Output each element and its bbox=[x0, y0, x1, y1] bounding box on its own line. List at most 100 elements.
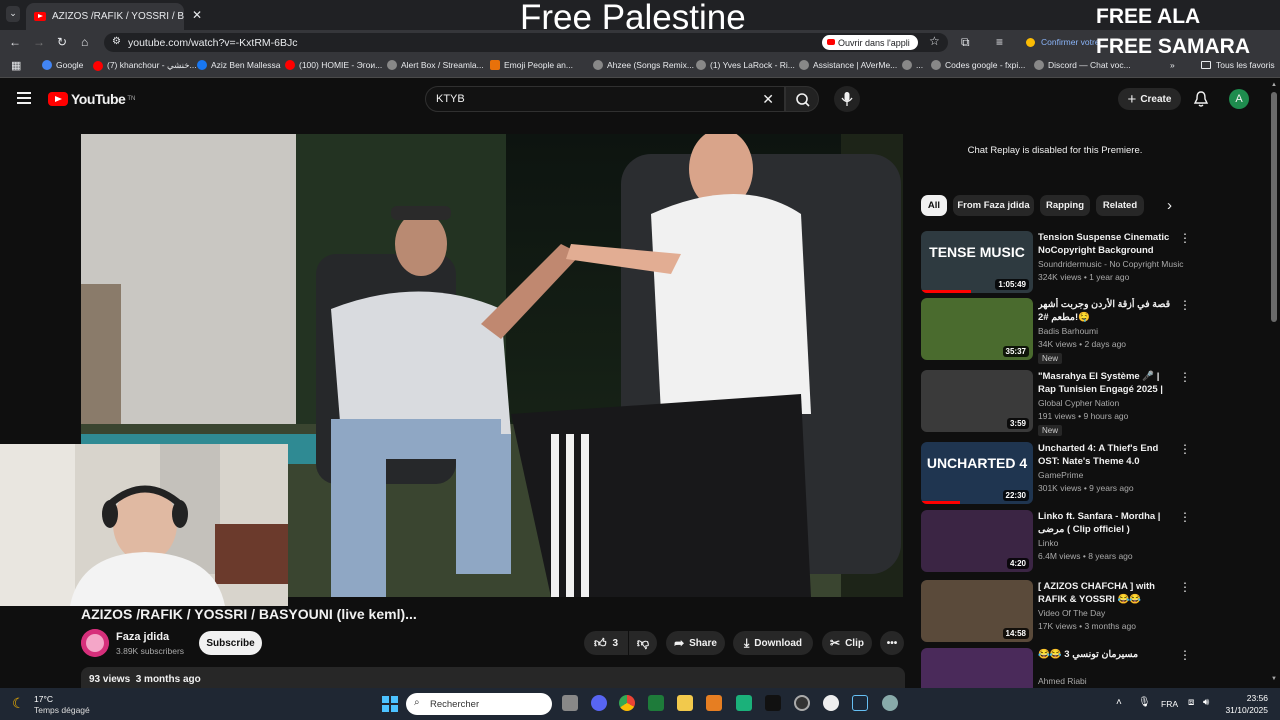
download-button[interactable]: ⤓ Download bbox=[733, 631, 813, 655]
chip-from-channel[interactable]: From Faza jdida bbox=[953, 195, 1034, 216]
recommended-video[interactable]: 14:58 [ AZIZOS CHAFCHA ] with RAFIK & YOS… bbox=[921, 580, 1191, 642]
app-icon[interactable] bbox=[736, 695, 752, 711]
more-vertical-icon[interactable]: ⋮ bbox=[1179, 648, 1191, 662]
bookmarks-overflow[interactable]: » bbox=[1170, 60, 1175, 70]
network-icon[interactable]: ⧈ bbox=[1188, 697, 1194, 708]
channel-avatar[interactable] bbox=[81, 629, 109, 657]
recommended-channel[interactable]: Video Of The Day bbox=[1038, 608, 1105, 618]
reload-icon[interactable]: ↻ bbox=[57, 35, 67, 49]
profile-confirm[interactable]: Confirmer votre bbox=[1026, 37, 1100, 47]
video-thumbnail[interactable]: 4:20 bbox=[921, 510, 1033, 572]
bookmark-ahzee[interactable]: Ahzee (Songs Remix... bbox=[593, 60, 694, 70]
recommended-video[interactable]: TENSE MUSIC 1:05:49 Tension Suspense Cinem… bbox=[921, 231, 1191, 293]
recommended-channel[interactable]: Global Cypher Nation bbox=[1038, 398, 1119, 408]
app-icon[interactable] bbox=[765, 695, 781, 711]
bookmark-codes[interactable]: Codes google - fxpi... bbox=[931, 60, 1025, 70]
microphone-icon[interactable]: 🎙︎ bbox=[1138, 697, 1151, 708]
video-thumbnail[interactable]: 35:37 bbox=[921, 298, 1033, 360]
clock-date[interactable]: 31/10/2025 bbox=[1222, 705, 1268, 715]
recommended-video[interactable]: 4:20 Linko ft. Sanfara - Mordha | مرضى ( … bbox=[921, 510, 1191, 572]
bookmark-yves[interactable]: (1) Yves LaRock - Ri... bbox=[696, 60, 795, 70]
bookmark-emoji[interactable]: Emoji People an... bbox=[490, 60, 573, 70]
video-thumbnail[interactable]: TENSE MUSIC 1:05:49 bbox=[921, 231, 1033, 293]
recommended-video-title[interactable]: "Masrahya El Système 🎤 | Rap Tunisien En… bbox=[1038, 370, 1174, 397]
bookmark-alertbox[interactable]: Alert Box / Streamla... bbox=[387, 60, 484, 70]
bookmark-google[interactable]: Google bbox=[42, 60, 83, 70]
all-bookmarks-folder[interactable]: Tous les favoris bbox=[1201, 60, 1275, 70]
recommended-video[interactable]: 3:59 "Masrahya El Système 🎤 | Rap Tunisie… bbox=[921, 370, 1191, 436]
recommended-video-title[interactable]: Tension Suspense Cinematic NoCopyright B… bbox=[1038, 231, 1174, 258]
home-icon[interactable]: ⌂ bbox=[81, 35, 88, 49]
recommended-video-title[interactable]: [ AZIZOS CHAFCHA ] with RAFIK & YOSSRI 😂… bbox=[1038, 580, 1174, 606]
volume-icon[interactable]: 🔊︎ bbox=[1203, 697, 1209, 708]
bookmark-khanchour[interactable]: (7) khanchour - خنشي... bbox=[93, 60, 197, 71]
create-button[interactable]: + Create bbox=[1118, 88, 1181, 110]
new-tab-icon[interactable]: ✕ bbox=[192, 8, 202, 22]
recommended-video-title[interactable]: Uncharted 4: A Thief's End OST: Nate's T… bbox=[1038, 442, 1174, 469]
app-icon[interactable] bbox=[706, 695, 722, 711]
open-in-app-button[interactable]: Ouvrir dans l'appli bbox=[822, 35, 918, 50]
settings-gear-icon[interactable] bbox=[882, 695, 898, 711]
discord-icon[interactable] bbox=[591, 695, 607, 711]
task-view-icon[interactable] bbox=[562, 695, 578, 711]
recommended-channel[interactable]: Soundridermusic - No Copyright Music bbox=[1038, 259, 1184, 269]
recommended-channel[interactable]: Ahmed Riabi bbox=[1038, 676, 1087, 686]
app-icon[interactable] bbox=[648, 695, 664, 711]
recommended-video-title[interactable]: Linko ft. Sanfara - Mordha | مرضى ( Clip… bbox=[1038, 510, 1174, 536]
more-vertical-icon[interactable]: ⋮ bbox=[1179, 442, 1191, 456]
video-thumbnail[interactable]: UNCHARTED 4 22:30 bbox=[921, 442, 1033, 504]
scroll-down-arrow-icon[interactable]: ▼ bbox=[1271, 676, 1277, 682]
notifications-bell-icon[interactable] bbox=[1193, 90, 1209, 113]
page-scrollbar[interactable] bbox=[1271, 92, 1277, 322]
clear-search-icon[interactable]: ✕ bbox=[762, 91, 774, 108]
bookmark-avermedia[interactable]: Assistance | AVerMe... bbox=[799, 60, 897, 70]
weather-moon-icon[interactable]: ☾ bbox=[12, 695, 25, 712]
bookmark-aziz[interactable]: Aziz Ben Mallessa bbox=[197, 60, 280, 70]
file-explorer-icon[interactable] bbox=[677, 695, 693, 711]
tab-search-icon[interactable]: ⌄ bbox=[6, 6, 20, 22]
recommended-video-title[interactable]: 😂😂 مسيرمان تونسي 3 bbox=[1038, 648, 1174, 661]
language-indicator[interactable]: FRA bbox=[1161, 699, 1178, 709]
recommended-video[interactable]: 35:37 قصة في أزقة الأردن وجربت أشهر مطعم … bbox=[921, 298, 1191, 364]
search-input[interactable]: KTYB ✕ bbox=[425, 86, 785, 112]
site-info-icon[interactable]: ⚙ bbox=[112, 36, 121, 47]
channel-name[interactable]: Faza jdida bbox=[116, 631, 169, 643]
media-player-icon[interactable] bbox=[823, 695, 839, 711]
more-vertical-icon[interactable]: ⋮ bbox=[1179, 580, 1191, 594]
subscribe-button[interactable]: Subscribe bbox=[199, 631, 262, 655]
chip-rapping[interactable]: Rapping bbox=[1040, 195, 1090, 216]
obs-icon[interactable] bbox=[794, 695, 810, 711]
forward-icon[interactable]: → bbox=[33, 35, 45, 49]
dislike-button[interactable]: 👎︎ bbox=[629, 631, 657, 655]
hamburger-menu-icon[interactable] bbox=[17, 92, 31, 104]
reading-list-icon[interactable]: ≡ bbox=[996, 35, 1003, 49]
more-vertical-icon[interactable]: ⋮ bbox=[1179, 370, 1191, 384]
bookmark-homie[interactable]: (100) HOMIE - Эгои... bbox=[285, 60, 382, 70]
like-button[interactable]: 👍︎ 3 bbox=[584, 631, 628, 655]
recommended-channel[interactable]: GamePrime bbox=[1038, 470, 1083, 480]
weather-description[interactable]: Temps dégagé bbox=[34, 705, 90, 715]
search-button[interactable] bbox=[785, 86, 819, 112]
recommended-channel[interactable]: Linko bbox=[1038, 538, 1058, 548]
taskbar-search-input[interactable]: ⌕ Rechercher bbox=[406, 693, 552, 715]
clip-button[interactable]: ✂ Clip bbox=[822, 631, 872, 655]
chip-related[interactable]: Related bbox=[1096, 195, 1144, 216]
clock-time[interactable]: 23:56 bbox=[1222, 693, 1268, 703]
recommended-video[interactable]: UNCHARTED 4 22:30 Uncharted 4: A Thief's E… bbox=[921, 442, 1191, 504]
weather-temp[interactable]: 17°C bbox=[34, 694, 53, 704]
steam-icon[interactable] bbox=[852, 695, 868, 711]
scroll-up-arrow-icon[interactable]: ▲ bbox=[1271, 82, 1277, 88]
video-thumbnail[interactable]: 3:59 bbox=[921, 370, 1033, 432]
share-button[interactable]: ➦ Share bbox=[666, 631, 725, 655]
chrome-icon[interactable] bbox=[619, 695, 635, 711]
more-actions-button[interactable]: ••• bbox=[880, 631, 904, 655]
recommended-video-title[interactable]: قصة في أزقة الأردن وجربت أشهر مطعم #2!🤤 bbox=[1038, 298, 1174, 324]
video-thumbnail[interactable]: 14:58 bbox=[921, 580, 1033, 642]
chip-all[interactable]: All bbox=[921, 195, 947, 216]
extensions-icon[interactable]: ⧉ bbox=[961, 35, 970, 49]
apps-grid-icon[interactable]: ▦ bbox=[11, 59, 21, 73]
more-vertical-icon[interactable]: ⋮ bbox=[1179, 510, 1191, 524]
more-vertical-icon[interactable]: ⋮ bbox=[1179, 231, 1191, 245]
youtube-logo[interactable]: YouTube TN bbox=[48, 91, 135, 107]
account-avatar[interactable]: A bbox=[1229, 89, 1249, 109]
